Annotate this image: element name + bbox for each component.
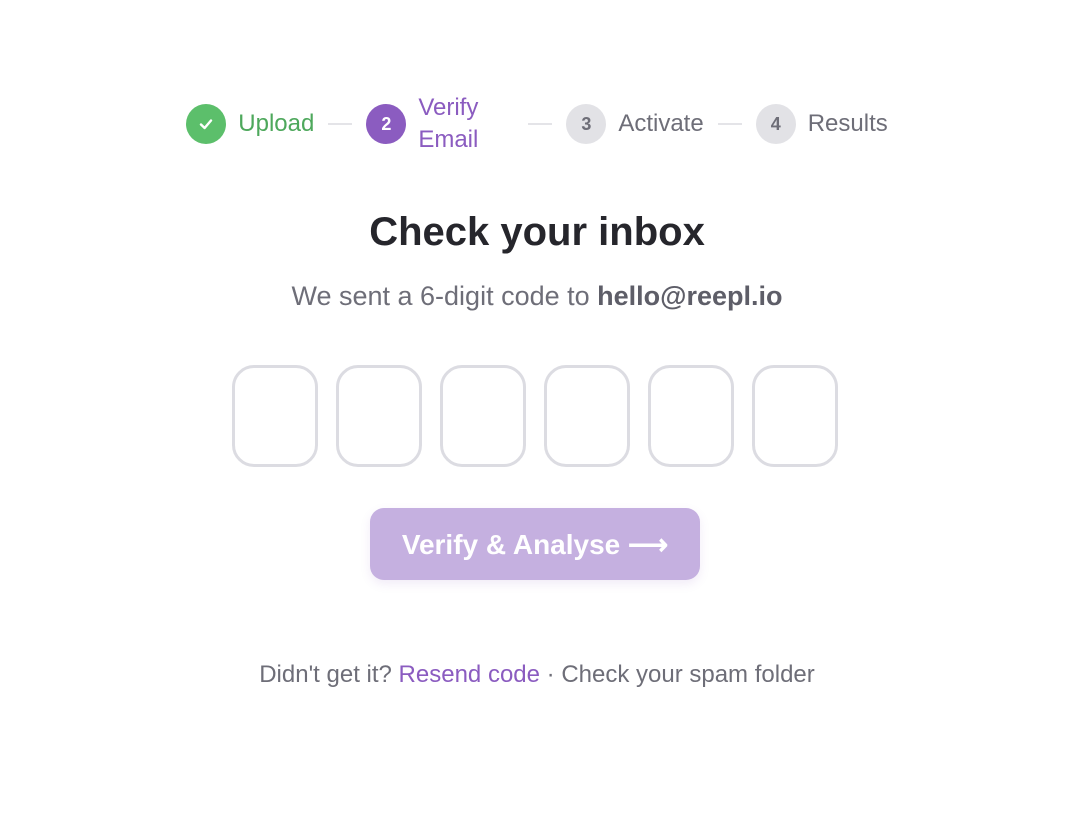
code-digit-5[interactable]	[648, 365, 734, 467]
step-verify-email-number: 2	[366, 104, 407, 144]
step-connector	[717, 123, 742, 125]
step-connector	[328, 123, 353, 125]
step-upload: Upload	[186, 104, 314, 144]
step-activate-number: 3	[566, 104, 607, 144]
recipient-email: hello@reepl.io	[597, 281, 783, 311]
check-icon	[200, 119, 213, 130]
step-results-label: Results	[807, 110, 888, 137]
subtitle-text: We sent a 6-digit code to	[291, 281, 598, 311]
verify-analyse-button[interactable]: Verify & Analyse ⟶	[370, 508, 700, 580]
footer-prompt: Didn't get it?	[259, 661, 399, 688]
page-subtitle: We sent a 6-digit code to hello@reepl.io	[0, 278, 1074, 314]
resend-footer: Didn't get it? Resend code · Check your …	[0, 658, 1074, 692]
step-verify-email: 2 Verify Email	[366, 92, 514, 156]
step-verify-email-label: Verify Email	[418, 94, 479, 153]
step-activate: 3 Activate	[566, 104, 704, 144]
step-results: 4 Results	[755, 104, 888, 144]
progress-stepper: Upload 2 Verify Email 3 Activate 4 Resul…	[0, 92, 1074, 156]
code-digit-4[interactable]	[544, 365, 630, 467]
step-results-number: 4	[755, 104, 796, 144]
step-activate-label: Activate	[618, 110, 704, 137]
code-digit-6[interactable]	[752, 365, 838, 467]
step-upload-label: Upload	[238, 110, 315, 137]
code-digit-3[interactable]	[440, 365, 526, 467]
spam-folder-hint: Check your spam folder	[561, 661, 815, 688]
code-input-group	[232, 365, 842, 467]
step-upload-badge	[186, 104, 227, 144]
step-connector	[528, 123, 553, 125]
page-title: Check your inbox	[369, 210, 705, 254]
code-digit-1[interactable]	[232, 365, 318, 467]
resend-code-link[interactable]: Resend code	[399, 661, 540, 688]
footer-separator: ·	[539, 661, 562, 688]
code-digit-2[interactable]	[336, 365, 422, 467]
